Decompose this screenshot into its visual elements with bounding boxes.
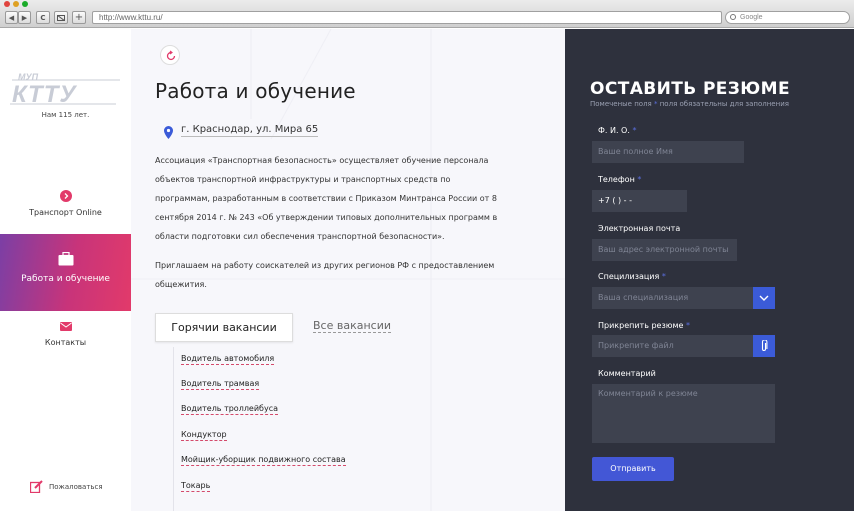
phone-label: Телефон * xyxy=(598,175,641,184)
vacancy-link[interactable]: Мойщик-уборщик подвижного состава xyxy=(181,455,346,466)
specialization-dropdown-button[interactable] xyxy=(753,287,775,309)
vacancy-link[interactable]: Водитель троллейбуса xyxy=(181,404,279,415)
field-label-text: Прикрепить резюме xyxy=(598,321,684,330)
address-link[interactable]: г. Краснодар, ул. Мира 65 xyxy=(181,124,319,137)
email-label: Электронная почта xyxy=(598,224,680,233)
required-star: * xyxy=(632,126,637,135)
required-star: * xyxy=(654,100,658,108)
tab-hot-vacancies[interactable]: Горячии вакансии xyxy=(155,313,293,342)
minimize-window-icon[interactable] xyxy=(13,1,19,7)
complain-label: Пожаловаться xyxy=(49,482,103,491)
arrow-circle-icon xyxy=(59,190,72,202)
sidebar-item-label: Работа и обучение xyxy=(21,274,110,284)
search-box[interactable]: Google xyxy=(725,11,850,24)
paragraph-line: сентября 2014 г. № 243 «Об утверждении т… xyxy=(155,213,498,222)
form-subtitle-text: Помеченые поля xyxy=(590,100,652,108)
vacancy-link[interactable]: Токарь xyxy=(181,481,211,492)
field-label-text: Специлизация xyxy=(598,272,660,281)
sidebar-item-transport-online[interactable]: Транспорт Online xyxy=(0,190,131,217)
attach-button[interactable] xyxy=(753,335,775,357)
resume-file-field[interactable]: Прикрепите файл xyxy=(592,335,753,357)
field-label-text: Телефон xyxy=(598,175,635,184)
forward-button[interactable]: ▶ xyxy=(18,11,31,24)
sidebar-item-label: Транспорт Online xyxy=(29,208,102,217)
paragraph-line: общежития. xyxy=(155,280,207,289)
form-title: ОСТАВИТЬ РЕЗЮМЕ xyxy=(590,79,790,99)
search-icon xyxy=(730,14,736,20)
comment-textarea[interactable]: Комментарий к резюме xyxy=(592,384,775,443)
search-placeholder: Google xyxy=(740,14,763,21)
chevron-down-icon xyxy=(759,295,769,301)
refresh-button[interactable] xyxy=(160,45,180,65)
form-subtitle-text: поля обязательны для заполнения xyxy=(659,100,789,108)
logo-graphic: МУП КТТУ xyxy=(10,72,120,108)
reload-button[interactable]: C xyxy=(36,11,50,24)
main-content: Работа и обучение г. Краснодар, ул. Мира… xyxy=(131,29,565,511)
tab-all-vacancies[interactable]: Все вакансии xyxy=(313,319,392,333)
paragraph-line: объектов транспортной инфраструктуры и т… xyxy=(155,175,451,184)
add-icon: + xyxy=(74,12,84,23)
sidebar-item-contacts[interactable]: Контакты xyxy=(0,322,131,347)
vacancy-link[interactable]: Кондуктор xyxy=(181,430,227,441)
invite-paragraph: Приглашаем на работу соискателей из друг… xyxy=(155,256,555,294)
intro-paragraph: Ассоциация «Транспортная безопасность» о… xyxy=(155,151,555,246)
age-text: Нам 115 лет. xyxy=(41,111,90,119)
email-field[interactable]: Ваш адрес электронной почты xyxy=(592,239,737,261)
required-star: * xyxy=(685,321,690,330)
browser-toolbar: ◀ ▶ C + http://www.kttu.ru/ Google xyxy=(0,0,854,28)
comment-label: Комментарий xyxy=(598,369,656,378)
page-title: Работа и обучение xyxy=(155,79,356,103)
reload-icon: C xyxy=(40,13,46,22)
sidebar-item-work-and-study[interactable]: Работа и обучение xyxy=(0,234,131,311)
paragraph-line: Ассоциация «Транспортная безопасность» о… xyxy=(155,156,489,165)
forward-icon: ▶ xyxy=(21,13,28,22)
field-label-text: Комментарий xyxy=(598,369,656,378)
edit-icon xyxy=(30,480,43,493)
window-controls xyxy=(4,1,28,7)
logo-big-text: КТТУ xyxy=(12,81,77,107)
refresh-icon xyxy=(166,50,176,61)
submit-button[interactable]: Отправить xyxy=(592,457,674,481)
field-label-text: Электронная почта xyxy=(598,224,681,233)
paragraph-line: Приглашаем на работу соискателей из друг… xyxy=(155,261,495,270)
resume-label: Прикрепить резюме * xyxy=(598,321,690,330)
bookmarks-icon xyxy=(57,14,65,21)
phone-field[interactable]: +7 ( ) - - xyxy=(592,190,687,212)
location-pin-icon xyxy=(164,126,173,139)
sidebar-item-label: Контакты xyxy=(44,338,87,347)
address-bar[interactable]: http://www.kttu.ru/ xyxy=(92,11,722,24)
vacancy-link[interactable]: Водитель трамвая xyxy=(181,379,260,390)
name-label: Ф. И. О. * xyxy=(598,126,636,135)
form-subtitle: Помеченые поля * поля обязательны для за… xyxy=(590,100,789,108)
new-tab-button[interactable]: + xyxy=(72,11,86,24)
paragraph-line: области подготовки сил обеспечения транс… xyxy=(155,232,445,241)
paragraph-line: программам, разработанным в соответствии… xyxy=(155,194,497,203)
resume-form: ОСТАВИТЬ РЕЗЮМЕ Помеченые поля * поля об… xyxy=(565,29,854,511)
specialization-label: Специлизация * xyxy=(598,272,666,281)
complain-link[interactable]: Пожаловаться xyxy=(30,480,103,493)
bookmarks-button[interactable] xyxy=(54,11,68,24)
field-label-text: Ф. И. О. xyxy=(598,126,630,135)
envelope-icon xyxy=(59,322,72,331)
paperclip-icon xyxy=(761,340,768,351)
close-window-icon[interactable] xyxy=(4,1,10,7)
required-star: * xyxy=(637,175,642,184)
maximize-window-icon[interactable] xyxy=(22,1,28,7)
back-button[interactable]: ◀ xyxy=(5,11,18,24)
logo[interactable]: МУП КТТУ xyxy=(10,71,122,108)
vacancy-link[interactable]: Водитель автомобиля xyxy=(181,354,275,365)
name-field[interactable]: Ваше полное Имя xyxy=(592,141,744,163)
vacancy-list-divider xyxy=(173,347,174,511)
back-icon: ◀ xyxy=(8,13,15,22)
sidebar: МУП КТТУ Нам 115 лет. Транспорт Online Р… xyxy=(0,29,131,511)
briefcase-icon xyxy=(58,252,73,266)
specialization-select[interactable]: Ваша специализация xyxy=(592,287,753,309)
required-star: * xyxy=(661,272,666,281)
